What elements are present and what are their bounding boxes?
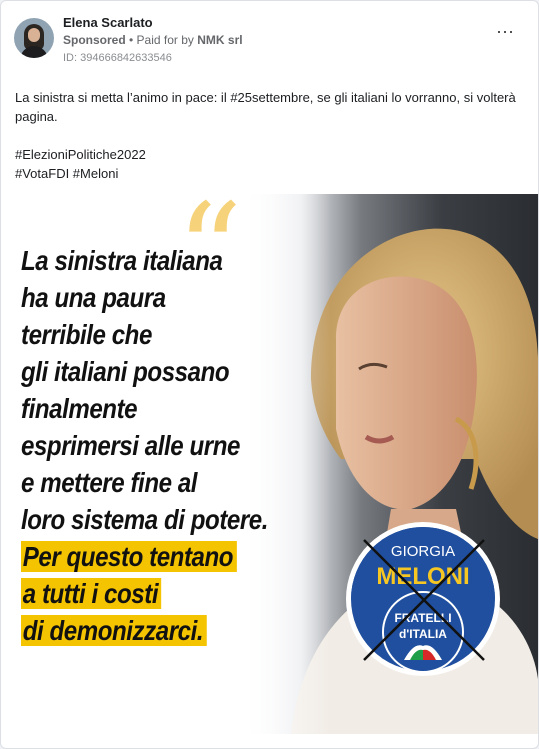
headline-line: finalmente bbox=[21, 393, 138, 424]
hashtag-line[interactable]: #VotaFDI #Meloni bbox=[15, 164, 520, 183]
headline-line: La sinistra italiana bbox=[21, 245, 223, 276]
logo-top-text: GIORGIA bbox=[391, 543, 455, 560]
post-text-line: La sinistra si metta l’animo in pace: il… bbox=[15, 90, 516, 124]
headline-line: gli italiani possano bbox=[21, 356, 230, 387]
highlight-line: di demonizzarci. bbox=[21, 615, 207, 646]
highlight-line: a tutti i costi bbox=[21, 578, 162, 609]
payer-name[interactable]: NMK srl bbox=[197, 33, 242, 47]
paid-for-label: Paid for by bbox=[136, 33, 198, 47]
headline-line: terribile che bbox=[21, 319, 152, 350]
ad-creative-image[interactable]: “ La sinistra italiana ha una paura terr… bbox=[1, 194, 538, 734]
author-avatar[interactable] bbox=[14, 18, 54, 58]
sponsored-post-card: Elena Scarlato Sponsored • Paid for by N… bbox=[0, 0, 539, 749]
post-text: La sinistra si metta l’animo in pace: il… bbox=[15, 88, 520, 183]
headline-line: e mettere fine al bbox=[21, 467, 198, 498]
sponsored-label: Sponsored bbox=[63, 33, 126, 47]
highlight-line: Per questo tentano bbox=[21, 541, 237, 572]
party-logo: GIORGIA MELONI FRATELLI d'ITALIA bbox=[346, 522, 500, 676]
headline-line: loro sistema di potere. bbox=[21, 504, 269, 535]
hashtag-line[interactable]: #ElezioniPolitiche2022 bbox=[15, 145, 520, 164]
ad-id: ID: 394666842633546 bbox=[63, 52, 172, 64]
headline: La sinistra italiana ha una paura terrib… bbox=[21, 242, 296, 649]
logo-party-text-2: d'ITALIA bbox=[399, 627, 447, 641]
headline-line: ha una paura bbox=[21, 282, 166, 313]
more-options-icon[interactable]: ⋯ bbox=[496, 23, 515, 41]
author-name[interactable]: Elena Scarlato bbox=[63, 15, 153, 30]
separator: • bbox=[125, 33, 137, 47]
headline-line: esprimersi alle urne bbox=[21, 430, 240, 461]
sponsored-line: Sponsored • Paid for by NMK srl bbox=[63, 33, 243, 47]
